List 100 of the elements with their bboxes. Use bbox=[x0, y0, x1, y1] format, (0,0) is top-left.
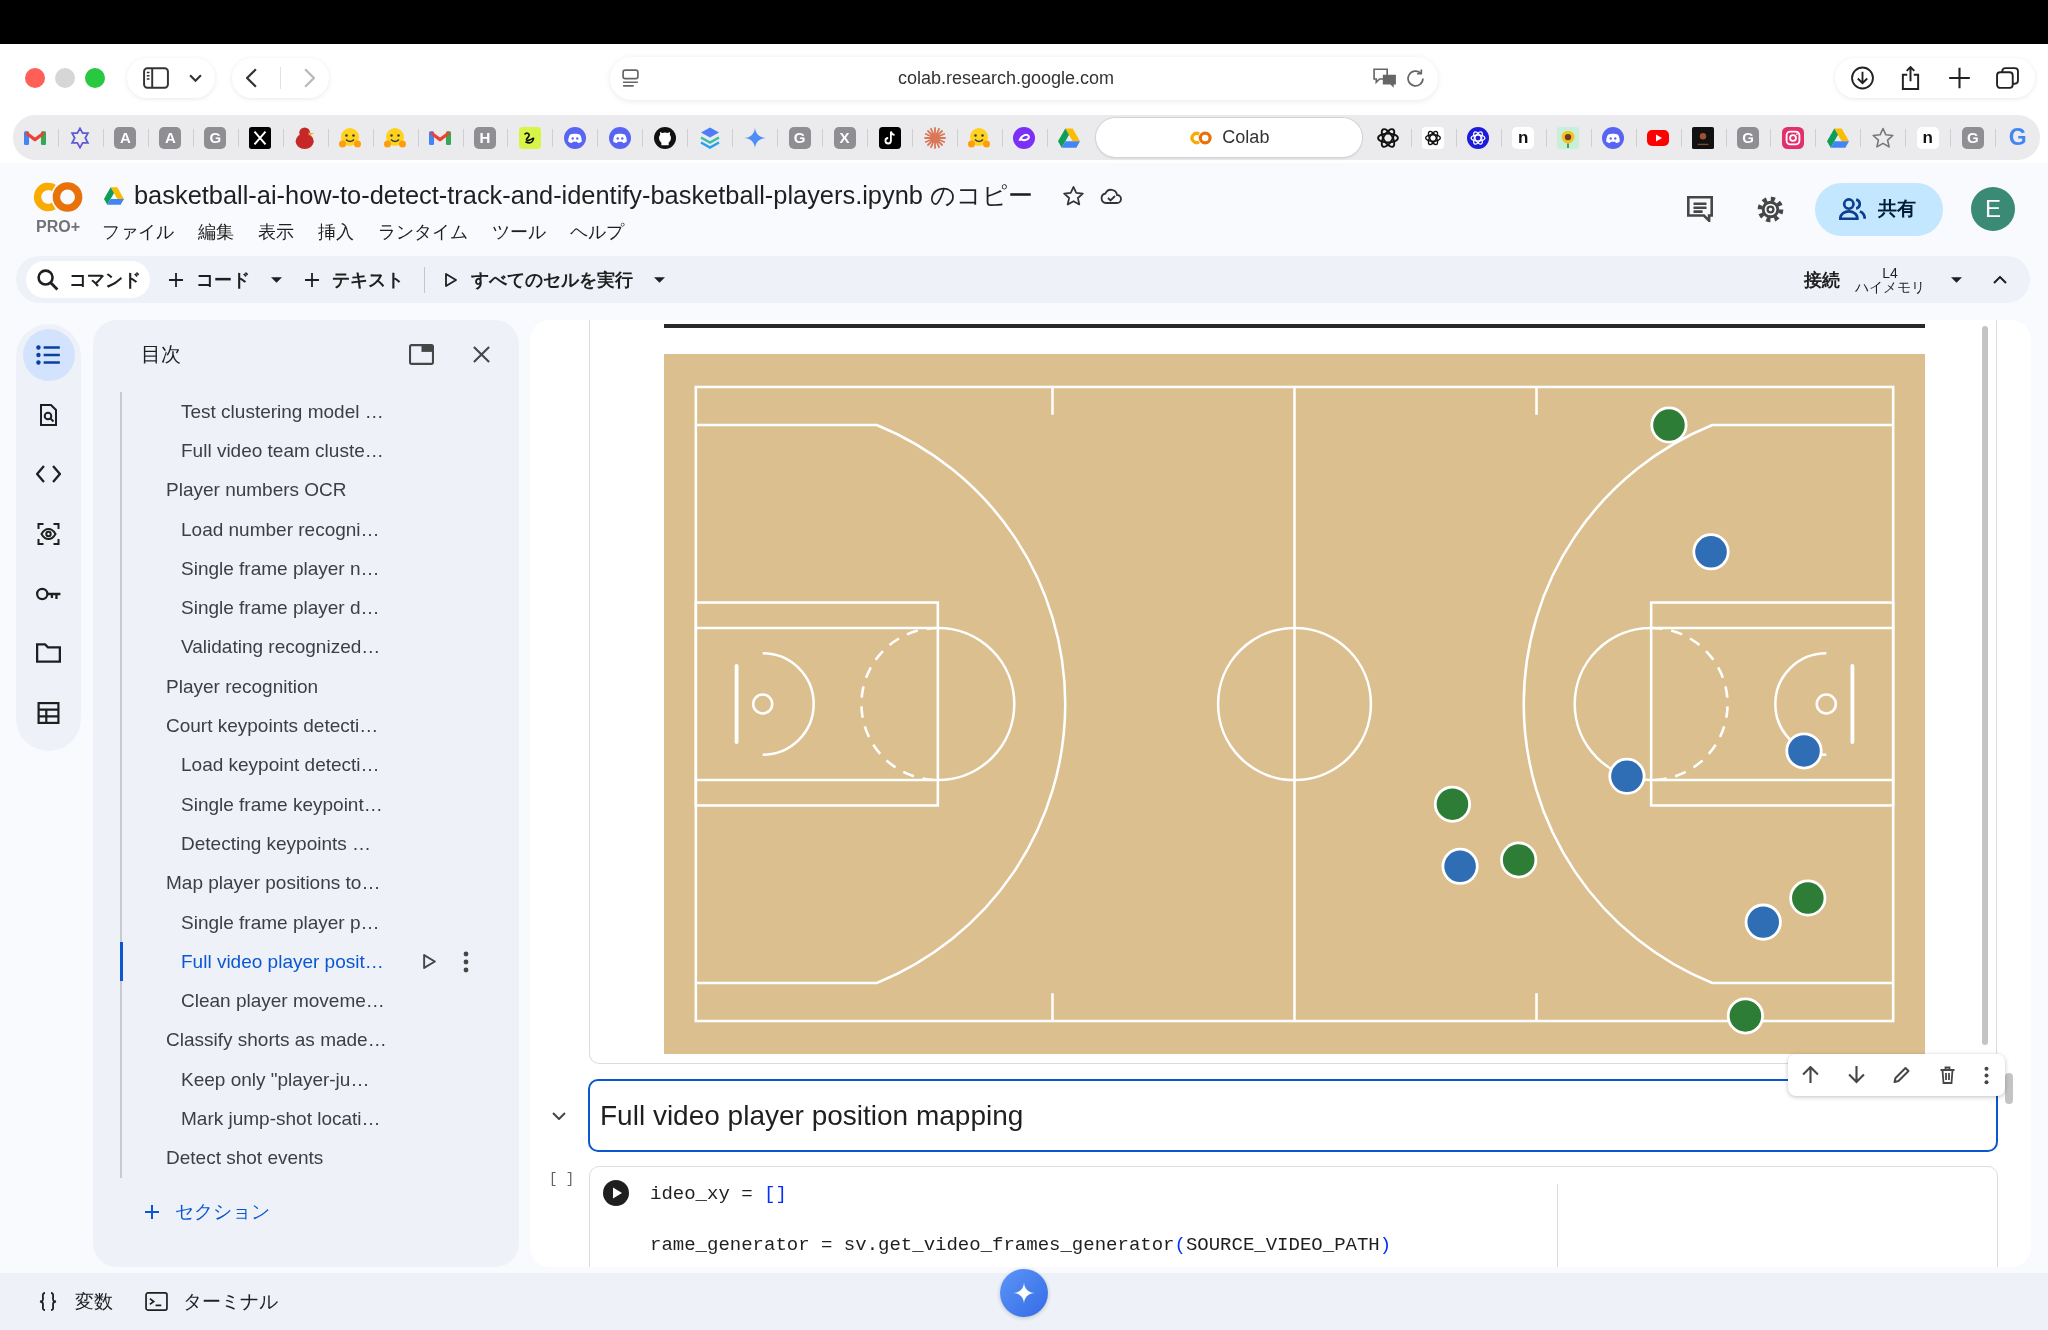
plus-icon[interactable] bbox=[1947, 66, 1971, 90]
toc-item[interactable]: Load keypoint detecti… bbox=[120, 745, 499, 785]
toc-item[interactable]: Detecting keypoints … bbox=[120, 824, 499, 864]
toc-item[interactable]: Single frame player p… bbox=[120, 902, 499, 943]
menu-item[interactable]: ヘルプ bbox=[570, 220, 624, 244]
more-icon[interactable] bbox=[463, 950, 469, 973]
toc-item[interactable]: Full video team cluste… bbox=[120, 431, 499, 471]
terminal-button[interactable]: ターミナル bbox=[145, 1288, 278, 1315]
knot-icon bbox=[1467, 126, 1490, 149]
code-line: ideo_xy = [] bbox=[650, 1182, 788, 1207]
table-of-contents-button[interactable] bbox=[22, 329, 75, 381]
sidebar-button[interactable] bbox=[127, 58, 215, 98]
window-close-button[interactable] bbox=[25, 68, 45, 88]
list-icon bbox=[36, 344, 61, 366]
letter-favicon: G bbox=[1961, 126, 1984, 149]
avatar[interactable]: E bbox=[1971, 187, 2015, 231]
plus-icon bbox=[145, 1204, 159, 1219]
translate-icon[interactable] bbox=[1373, 67, 1397, 89]
run-all-button[interactable]: すべてのセルを実行 bbox=[445, 261, 633, 298]
toc-item[interactable]: Player recognition bbox=[120, 667, 499, 707]
toc-item[interactable]: Keep only "player-ju… bbox=[120, 1060, 499, 1100]
notebook-title[interactable]: basketball-ai-how-to-detect-track-and-identify-basketball-players.ipynb のコピー bbox=[134, 179, 1033, 213]
letter-favicon: H bbox=[474, 126, 496, 149]
cat-icon bbox=[653, 126, 676, 149]
toc-item[interactable]: Test clustering model … bbox=[120, 392, 499, 432]
toc-item[interactable]: Clean player moveme… bbox=[120, 981, 499, 1021]
toc-item[interactable]: Mark jump-shot locati… bbox=[120, 1099, 499, 1139]
toc-item[interactable]: Court keypoints detecti… bbox=[120, 706, 499, 746]
caret-down-icon bbox=[271, 276, 282, 283]
command-button[interactable]: コマンド bbox=[26, 261, 150, 298]
close-icon[interactable] bbox=[472, 344, 491, 364]
chevron-left-icon bbox=[246, 68, 258, 88]
url-text: colab.research.google.com bbox=[896, 67, 1116, 89]
plus-icon bbox=[169, 272, 183, 287]
triangle-icon bbox=[1058, 126, 1081, 149]
run-cell-button[interactable] bbox=[603, 1180, 629, 1206]
toc-item[interactable]: Player numbers OCR bbox=[120, 470, 499, 510]
add-section-button[interactable]: セクション bbox=[145, 1194, 270, 1229]
play-icon[interactable] bbox=[423, 954, 436, 970]
letter-favicon: G bbox=[788, 126, 811, 149]
arrow-up-icon[interactable] bbox=[1802, 1066, 1819, 1084]
variables-button[interactable]: 変数 bbox=[39, 1288, 113, 1315]
controller-icon bbox=[1602, 126, 1625, 149]
layers-icon bbox=[698, 126, 721, 149]
comment-icon[interactable] bbox=[1687, 196, 1713, 222]
chevron-down-icon[interactable] bbox=[552, 1112, 566, 1120]
tabs-icon[interactable] bbox=[1996, 66, 2019, 90]
menu-item[interactable]: ランタイム bbox=[378, 220, 468, 244]
more-icon[interactable] bbox=[1984, 1065, 1989, 1085]
output-cell[interactable] bbox=[589, 320, 1997, 1064]
toc-item[interactable]: Load number recogni… bbox=[120, 509, 499, 550]
connect-button[interactable]: 接続 bbox=[1804, 261, 1840, 298]
letter-favicon: G bbox=[2007, 126, 2028, 149]
scrollbar-thumb[interactable] bbox=[2005, 1073, 2013, 1104]
toc-item[interactable]: Single frame player n… bbox=[120, 549, 499, 589]
text-cell[interactable]: Full video player position mapping bbox=[588, 1079, 1998, 1152]
sidebar-icon bbox=[143, 67, 169, 89]
sunflower-icon bbox=[1557, 126, 1580, 149]
toc-item[interactable]: Validating recognized… bbox=[120, 627, 499, 668]
arrow-down-icon[interactable] bbox=[1847, 1066, 1865, 1084]
toc-item[interactable]: Map player positions to… bbox=[120, 863, 499, 903]
camera-icon bbox=[1781, 126, 1804, 149]
add-text-button[interactable]: テキスト bbox=[305, 261, 404, 298]
share-button[interactable]: 共有 bbox=[1815, 182, 1943, 236]
menu-item[interactable]: ファイル bbox=[102, 220, 174, 244]
sparkle-icon bbox=[1013, 1282, 1035, 1304]
star-icon[interactable] bbox=[1062, 186, 1084, 206]
page-menu-icon[interactable] bbox=[622, 69, 639, 87]
window-icon[interactable] bbox=[409, 343, 434, 365]
add-code-button[interactable]: コード bbox=[169, 261, 250, 298]
menu-item[interactable]: 挿入 bbox=[318, 220, 354, 244]
menu-item[interactable]: ツール bbox=[492, 220, 546, 244]
scrollbar-thumb[interactable] bbox=[1982, 326, 1988, 1045]
toc-item[interactable]: Single frame player d… bbox=[120, 588, 499, 628]
menu-item[interactable]: 表示 bbox=[258, 220, 294, 244]
star-icon bbox=[1871, 126, 1894, 149]
controller-icon bbox=[563, 126, 586, 149]
asterisk-icon bbox=[923, 126, 946, 149]
plan-label: PRO+ bbox=[36, 218, 80, 236]
trash-icon[interactable] bbox=[1938, 1066, 1956, 1084]
reload-icon[interactable] bbox=[1407, 69, 1424, 87]
toc-item[interactable]: Classify shorts as made… bbox=[120, 1020, 499, 1061]
squiggle-icon bbox=[518, 126, 541, 149]
menu-item[interactable]: 編集 bbox=[198, 220, 234, 244]
letter-favicon: G bbox=[1736, 126, 1759, 149]
section-heading: Full video player position mapping bbox=[600, 1099, 1024, 1132]
address-bar[interactable]: colab.research.google.com bbox=[610, 56, 1438, 100]
logo-icon bbox=[1188, 129, 1215, 146]
toc-item[interactable]: Full video player posit… bbox=[120, 942, 499, 982]
pencil-icon[interactable] bbox=[1893, 1066, 1910, 1084]
browser-tab[interactable]: Colab bbox=[1095, 118, 1362, 157]
toc-item[interactable]: Single frame keypoint… bbox=[120, 784, 499, 825]
smiley-icon bbox=[968, 126, 991, 149]
download-icon[interactable] bbox=[1851, 66, 1874, 90]
music-note-icon bbox=[878, 126, 901, 149]
toc-item[interactable]: Detect shot events bbox=[120, 1138, 499, 1178]
cloud-check-icon[interactable] bbox=[1099, 188, 1123, 204]
chevron-down-icon bbox=[189, 73, 202, 83]
terminal-icon bbox=[145, 1292, 168, 1311]
settings-icon[interactable] bbox=[1757, 195, 1784, 223]
